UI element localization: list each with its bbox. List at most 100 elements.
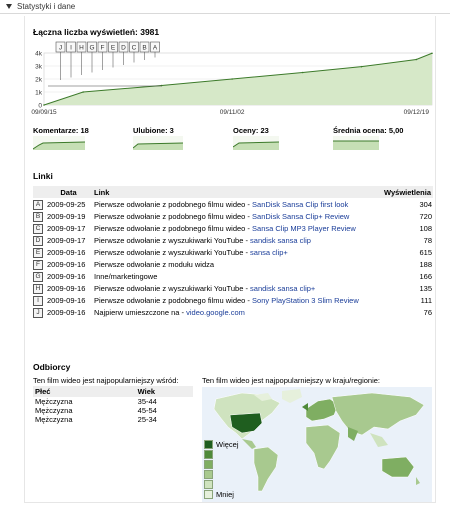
links-cell-link: Pierwsze odwołanie z podobnego filmu wid… (92, 294, 381, 306)
link-anchor[interactable]: sandisk sansa clip+ (250, 284, 315, 293)
link-description: Najpierw umieszczone na - (94, 308, 187, 317)
sparkline-avg-rating (333, 136, 379, 150)
marker-badge[interactable]: H (33, 284, 43, 294)
links-table: Data Link Wyświetlenia A 2009-09-25 Pierws… (33, 186, 433, 318)
links-cell-views: 76 (423, 308, 432, 317)
marker-label: D (121, 45, 126, 52)
links-row: G 2009-09-16 Inne/marketingowe 166 (33, 270, 433, 282)
marker-label: J (59, 45, 62, 52)
marker-label: A (153, 45, 158, 52)
links-cell-marker: H (33, 282, 45, 294)
marker-badge[interactable]: J (33, 308, 43, 318)
links-cell-views: 135 (419, 284, 432, 293)
x-tick-label: 09/09/15 (31, 109, 57, 116)
audience-row: Mężczyzna 35-44 (33, 397, 193, 406)
link-description: Pierwsze odwołanie z wyszukiwarki YouTub… (94, 248, 251, 257)
marker-badge[interactable]: B (33, 212, 43, 222)
link-anchor[interactable]: video.google.com (186, 308, 245, 317)
marker-badge[interactable]: C (33, 224, 43, 234)
links-header-link: Link (92, 186, 381, 198)
links-row: H 2009-09-16 Pierwsze odwołanie z wyszukiw… (33, 282, 433, 294)
marker-badge[interactable]: F (33, 260, 43, 270)
links-cell-views: 166 (419, 272, 432, 281)
links-cell-marker: D (33, 234, 45, 246)
marker-badge[interactable]: A (33, 200, 43, 210)
stats-panel-header[interactable]: Statystyki i dane (0, 0, 450, 14)
mini-stat-label: Średnia ocena: 5,00 (333, 126, 404, 135)
marker-label: E (111, 45, 116, 52)
link-anchor[interactable]: Sony PlayStation 3 Slim Review (252, 296, 359, 305)
marker-label: C (132, 45, 137, 52)
links-row: J 2009-09-16 Najpierw umieszczone na - vid… (33, 306, 433, 318)
series-point (43, 104, 45, 106)
links-cell-marker: A (33, 198, 45, 210)
links-row: E 2009-09-16 Pierwsze odwołanie z wyszukiw… (33, 246, 433, 258)
links-row: I 2009-09-16 Pierwsze odwołanie z podobneg… (33, 294, 433, 306)
links-cell-date: 2009-09-17 (47, 236, 86, 245)
links-row: D 2009-09-17 Pierwsze odwołanie z wyszukiw… (33, 234, 433, 246)
marker-badge[interactable]: D (33, 236, 43, 246)
x-tick-label: 09/11/02 (220, 109, 245, 116)
links-cell-link: Pierwsze odwołanie z modułu widza (92, 258, 381, 270)
marker-badge[interactable]: E (33, 248, 43, 258)
marker-badge[interactable]: I (33, 296, 43, 306)
marker-label: I (70, 45, 72, 52)
audience-row: Mężczyzna 45-54 (33, 406, 193, 415)
audience-cell-age: 45-54 (137, 406, 157, 415)
audience-table: Płeć Wiek Mężczyzna 35-44 Mężczyzna 45-54 Mę… (33, 386, 193, 424)
y-tick-label: 3k (35, 64, 43, 71)
links-cell-date: 2009-09-19 (47, 212, 86, 221)
link-anchor[interactable]: SanDisk Sansa Clip+ Review (252, 212, 349, 221)
sparkline-comments (33, 136, 85, 150)
links-cell-link: Najpierw umieszczone na - video.google.c… (92, 306, 381, 318)
link-description: Pierwsze odwołanie z podobnego filmu wid… (94, 224, 253, 233)
links-cell-views: 108 (419, 224, 432, 233)
link-anchor[interactable]: SanDisk Sansa Clip first look (252, 200, 348, 209)
links-cell-date: 2009-09-16 (47, 296, 86, 305)
links-cell-views: 188 (419, 260, 432, 269)
links-cell-date: 2009-09-16 (47, 260, 86, 269)
link-anchor[interactable]: sansa clip+ (250, 248, 288, 257)
links-cell-date: 2009-09-16 (47, 248, 86, 257)
links-cell-views: 615 (419, 248, 432, 257)
legend-swatch (204, 460, 213, 469)
legend-swatch (204, 450, 213, 459)
audience-cell-gender: Mężczyzna (35, 406, 73, 415)
links-cell-marker: F (33, 258, 45, 270)
audience-header-gender: Płeć (33, 386, 136, 397)
collapse-triangle-icon[interactable] (6, 4, 12, 9)
y-tick-label: 1k (35, 90, 43, 97)
series-point (360, 65, 363, 68)
links-cell-link: Pierwsze odwołanie z podobnego filmu wid… (92, 222, 381, 234)
links-header-date: Data (45, 186, 92, 198)
links-cell-date: 2009-09-25 (47, 200, 86, 209)
links-cell-date: 2009-09-17 (47, 224, 86, 233)
links-cell-marker: C (33, 222, 45, 234)
link-description: Pierwsze odwołanie z podobnego filmu wid… (94, 200, 253, 209)
link-description: Pierwsze odwołanie z wyszukiwarki YouTub… (94, 284, 251, 293)
legend-swatch (204, 440, 213, 449)
marker-badge[interactable]: G (33, 272, 43, 282)
views-chart: 01k2k3k4k09/09/15 09/11/02 09/12/19J I H G F E D… (31, 41, 433, 116)
links-row: B 2009-09-19 Pierwsze odwołanie z podobneg… (33, 210, 433, 222)
link-description: Pierwsze odwołanie z podobnego filmu wid… (94, 296, 253, 305)
links-cell-marker: G (33, 270, 45, 282)
links-header-row: Data Link Wyświetlenia (33, 186, 433, 198)
links-cell-views: 111 (420, 296, 432, 305)
audience-subtitle: Ten film wideo jest najpopularniejszy wś… (33, 376, 179, 385)
links-section-title: Linki (33, 171, 53, 181)
audience-cell-age: 35-44 (137, 397, 157, 406)
links-row: A 2009-09-25 Pierwsze odwołanie z podobneg… (33, 198, 433, 210)
mini-stat-label: Ulubione: 3 (133, 126, 174, 135)
panel-title: Statystyki i dane (17, 2, 76, 11)
links-cell-date: 2009-09-16 (47, 308, 86, 317)
mini-stat-label: Komentarze: 18 (33, 126, 89, 135)
audience-section-title: Odbiorcy (33, 362, 71, 372)
link-anchor[interactable]: sandisk sansa clip (250, 236, 311, 245)
links-cell-link: Inne/marketingowe (92, 270, 381, 282)
series-point (431, 52, 433, 55)
links-cell-marker: J (33, 306, 45, 318)
marker-label: H (79, 45, 84, 52)
legend-swatch (204, 470, 213, 479)
link-anchor[interactable]: Sansa Clip MP3 Player Review (252, 224, 356, 233)
